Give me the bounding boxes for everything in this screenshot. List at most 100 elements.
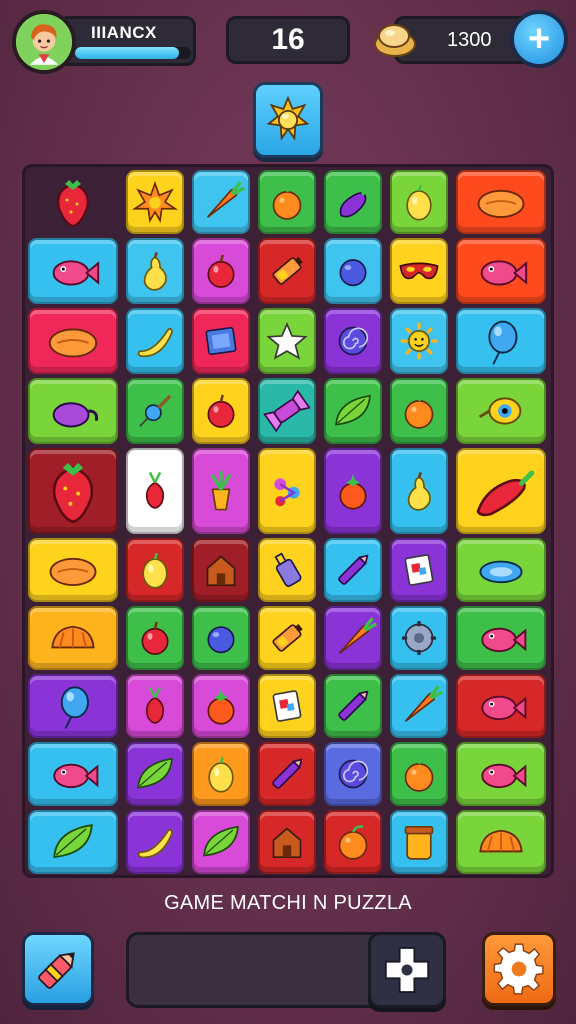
gear-icon (493, 943, 544, 995)
board-tile-strawberry[interactable] (28, 448, 118, 534)
board-tile-starburst[interactable] (126, 170, 184, 234)
board-tile-disc[interactable] (456, 538, 546, 602)
board-tile-pepper[interactable] (456, 448, 546, 534)
board-tile-pear[interactable] (390, 448, 448, 534)
xp-bar-fill (75, 47, 180, 59)
board-tile-star[interactable] (258, 308, 316, 374)
settings-button[interactable] (482, 932, 556, 1006)
dpad-button[interactable] (368, 932, 446, 1008)
board-tile-bottle[interactable] (258, 538, 316, 602)
board-tile-fish[interactable] (28, 742, 118, 806)
board-tile-box[interactable] (192, 308, 250, 374)
board-tile-radish[interactable] (126, 674, 184, 738)
board-tile-battery[interactable] (258, 238, 316, 304)
flower-icon (274, 478, 300, 507)
apple-icon (207, 254, 235, 288)
lemon-icon (406, 184, 432, 221)
board-tile-spiral[interactable] (324, 308, 382, 374)
orange-icon (338, 825, 368, 860)
add-coins-button[interactable]: + (510, 10, 568, 68)
board-tile-fish[interactable] (28, 238, 118, 304)
board-tile-house[interactable] (258, 810, 316, 874)
board-tile-apple[interactable] (192, 238, 250, 304)
board-tile-pen[interactable] (258, 742, 316, 806)
board-tile-gear[interactable] (390, 606, 448, 670)
board-tile-orange[interactable] (258, 170, 316, 234)
board-tile-sun[interactable] (390, 308, 448, 374)
board-tile-orange[interactable] (390, 742, 448, 806)
board-tile-banana[interactable] (126, 308, 184, 374)
board-tile-battery[interactable] (258, 606, 316, 670)
board-tile-apple[interactable] (126, 606, 184, 670)
board-tile-orange[interactable] (390, 378, 448, 444)
board-tile-carrot[interactable] (192, 170, 250, 234)
board-tile-tomato[interactable] (192, 674, 250, 738)
board-tile-fish[interactable] (456, 238, 546, 304)
board-tile-card[interactable] (258, 674, 316, 738)
board-tile-leaf[interactable] (28, 810, 118, 874)
board-tile-blueberry[interactable] (324, 238, 382, 304)
board-tile-mask[interactable] (390, 238, 448, 304)
board-tile-fish[interactable] (456, 606, 546, 670)
bread-icon (48, 328, 98, 358)
orange-icon (404, 757, 434, 792)
card-icon (272, 690, 302, 722)
board-tile-blueberry[interactable] (192, 606, 250, 670)
radish-icon (145, 471, 165, 509)
board-tile-balloon[interactable] (28, 674, 118, 738)
board-tile-house[interactable] (192, 538, 250, 602)
avatar[interactable] (12, 10, 76, 74)
board-tile-lemon[interactable] (126, 538, 184, 602)
board-tile-spiral[interactable] (324, 742, 382, 806)
board-tile-leaf[interactable] (126, 742, 184, 806)
banana-icon (137, 327, 173, 358)
board-tile-eggplant[interactable] (324, 170, 382, 234)
board-tile-strawberry[interactable] (28, 170, 118, 234)
plant-icon (210, 470, 232, 511)
battery-icon (272, 257, 303, 285)
target-tile[interactable] (253, 82, 323, 158)
board-tile-pear[interactable] (126, 238, 184, 304)
board-tile-shell[interactable] (456, 810, 546, 874)
candy-icon (263, 389, 311, 433)
board-tile-bread[interactable] (456, 170, 546, 234)
board-tile-jar[interactable] (390, 810, 448, 874)
pear-icon (143, 252, 167, 291)
house-icon (206, 555, 236, 587)
board-tile-apple[interactable] (192, 378, 250, 444)
board-tile-pen[interactable] (324, 674, 382, 738)
board-tile-banana[interactable] (126, 810, 184, 874)
board-tile-orange[interactable] (324, 810, 382, 874)
leaf-icon (137, 757, 173, 789)
orange-icon (404, 394, 434, 429)
pen-icon (272, 758, 303, 789)
board-tile-balloon[interactable] (456, 308, 546, 374)
teapot-icon (52, 402, 99, 428)
pen-icon (338, 554, 369, 585)
board-tile-fish[interactable] (456, 674, 546, 738)
board-tile-radish[interactable] (126, 448, 184, 534)
board-tile-bread[interactable] (28, 538, 118, 602)
board-tile-carrot[interactable] (390, 674, 448, 738)
board-tile-lemon[interactable] (192, 742, 250, 806)
box-icon (205, 326, 237, 356)
pencil-button[interactable] (22, 932, 94, 1006)
board-tile-pen[interactable] (324, 538, 382, 602)
board-tile-shell[interactable] (28, 606, 118, 670)
board-tile-plant[interactable] (192, 448, 250, 534)
player-panel: IIIANCX (58, 16, 196, 66)
board-tile-card[interactable] (390, 538, 448, 602)
board-tile-lemon[interactable] (390, 170, 448, 234)
board-tile-pin[interactable] (126, 378, 184, 444)
board-tile-carrot[interactable] (324, 606, 382, 670)
fish-icon (481, 763, 527, 789)
board-tile-eye[interactable] (456, 378, 546, 444)
board-tile-teapot[interactable] (28, 378, 118, 444)
board-tile-fish[interactable] (456, 742, 546, 806)
board-tile-bread[interactable] (28, 308, 118, 374)
board-tile-tomato[interactable] (324, 448, 382, 534)
board-tile-leaf[interactable] (192, 810, 250, 874)
board-tile-candy[interactable] (258, 378, 316, 444)
board-tile-flower[interactable] (258, 448, 316, 534)
board-tile-leaf[interactable] (324, 378, 382, 444)
